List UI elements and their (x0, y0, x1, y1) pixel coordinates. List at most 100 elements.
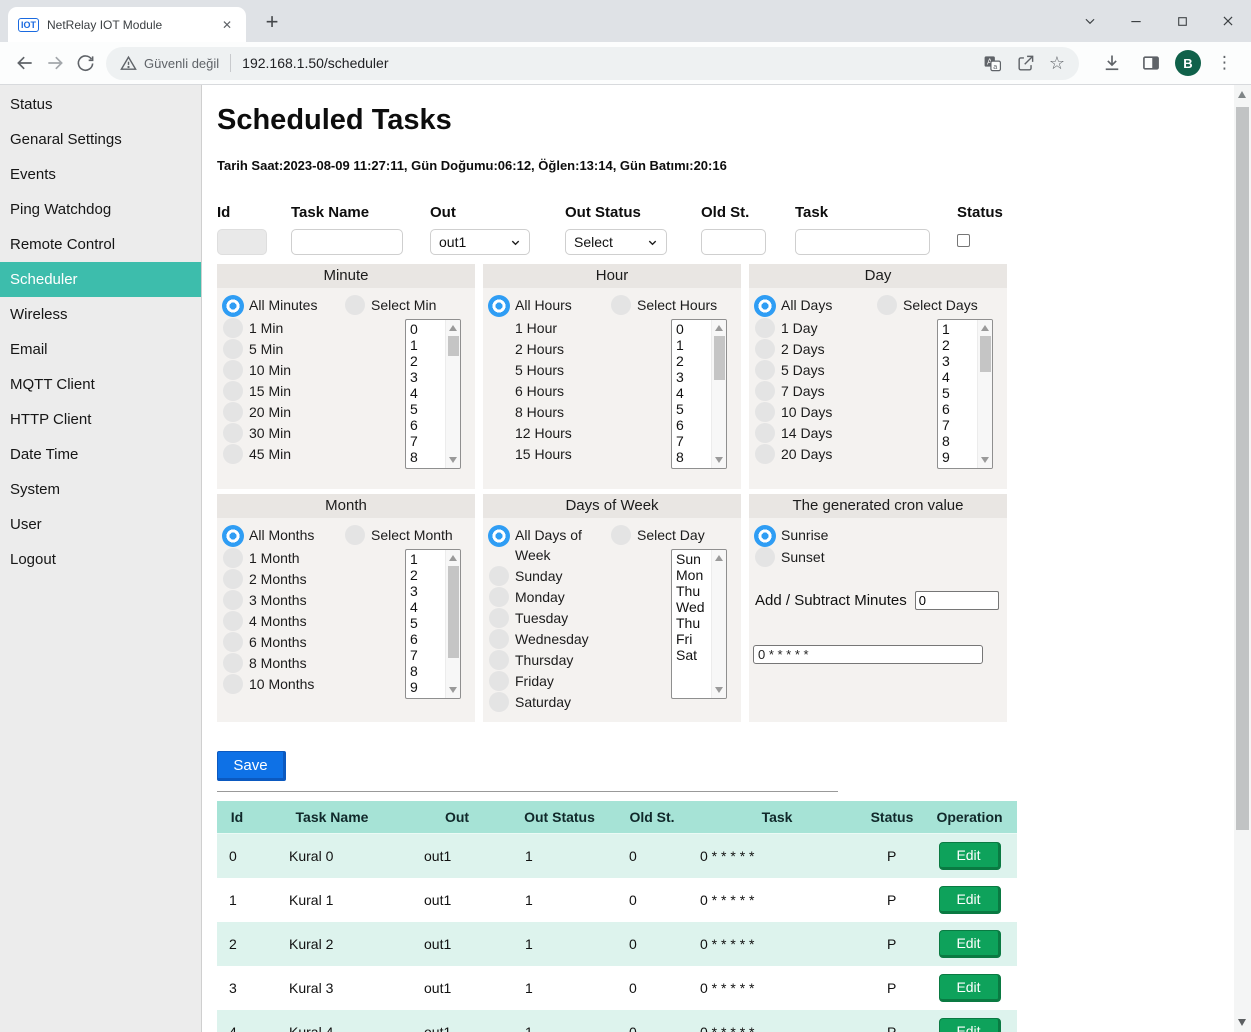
radio-20-min[interactable]: 20 Min (223, 402, 351, 422)
radio-1-hour[interactable]: 1 Hour (489, 318, 617, 338)
sidebar-item-user[interactable]: User (0, 507, 201, 542)
listbox-scrollbar[interactable] (711, 550, 726, 698)
side-panel-icon[interactable] (1136, 48, 1166, 78)
radio-30-min[interactable]: 30 Min (223, 423, 351, 443)
radio-14-days[interactable]: 14 Days (755, 423, 883, 443)
day-listbox[interactable]: 12345678910 (937, 319, 993, 469)
scroll-down-icon[interactable] (449, 687, 457, 693)
sidebar-item-date-time[interactable]: Date Time (0, 437, 201, 472)
sidebar-item-ping-watchdog[interactable]: Ping Watchdog (0, 192, 201, 227)
radio-2-months[interactable]: 2 Months (223, 569, 351, 589)
sidebar-item-events[interactable]: Events (0, 157, 201, 192)
radio-select-hours[interactable]: Select Hours (611, 295, 717, 315)
radio-wednesday[interactable]: Wednesday (489, 629, 617, 649)
reload-button[interactable] (70, 48, 100, 78)
radio-select-month[interactable]: Select Month (345, 525, 453, 545)
browser-tab[interactable]: IOT NetRelay IOT Module ✕ (8, 7, 246, 42)
sidebar-item-wireless[interactable]: Wireless (0, 297, 201, 332)
listbox-scrollbar[interactable] (711, 320, 726, 468)
listbox-scrollbar[interactable] (977, 320, 992, 468)
radio-7-days[interactable]: 7 Days (755, 381, 883, 401)
scroll-thumb[interactable] (448, 566, 459, 658)
radio-6-hours[interactable]: 6 Hours (489, 381, 617, 401)
out-select[interactable]: out1 (430, 229, 530, 255)
radio-monday[interactable]: Monday (489, 587, 617, 607)
forward-button[interactable] (40, 48, 70, 78)
scroll-down-icon[interactable] (715, 457, 723, 463)
radio-10-min[interactable]: 10 Min (223, 360, 351, 380)
scroll-thumb[interactable] (980, 336, 991, 372)
scroll-up-icon[interactable] (715, 325, 723, 331)
sidebar-item-status[interactable]: Status (0, 87, 201, 122)
edit-task-button[interactable]: Edit (939, 930, 1001, 958)
scroll-down-icon[interactable] (715, 687, 723, 693)
radio-5-days[interactable]: 5 Days (755, 360, 883, 380)
radio-thursday[interactable]: Thursday (489, 650, 617, 670)
radio-all-hours[interactable]: All Hours (489, 295, 617, 317)
radio-6-months[interactable]: 6 Months (223, 632, 351, 652)
maximize-button[interactable] (1159, 0, 1205, 42)
radio-15-min[interactable]: 15 Min (223, 381, 351, 401)
radio-8-hours[interactable]: 8 Hours (489, 402, 617, 422)
security-label[interactable]: Güvenli değil (144, 56, 219, 71)
download-icon[interactable] (1097, 48, 1127, 78)
task-field[interactable] (795, 229, 930, 255)
radio-2-days[interactable]: 2 Days (755, 339, 883, 359)
status-checkbox[interactable] (957, 234, 970, 247)
radio-10-months[interactable]: 10 Months (223, 674, 351, 694)
hour-listbox[interactable]: 0123456789 (671, 319, 727, 469)
edit-task-button[interactable]: Edit (939, 974, 1001, 1002)
profile-avatar[interactable]: B (1175, 50, 1201, 76)
new-tab-button[interactable]: + (258, 9, 286, 35)
sidebar-item-email[interactable]: Email (0, 332, 201, 367)
month-listbox[interactable]: 12345678910 (405, 549, 461, 699)
radio-5-min[interactable]: 5 Min (223, 339, 351, 359)
radio-all-minutes[interactable]: All Minutes (223, 295, 351, 317)
scroll-thumb[interactable] (1236, 107, 1249, 830)
radio-select-days[interactable]: Select Days (877, 295, 978, 315)
back-button[interactable] (10, 48, 40, 78)
radio-12-hours[interactable]: 12 Hours (489, 423, 617, 443)
radio-2-hours[interactable]: 2 Hours (489, 339, 617, 359)
radio-1-min[interactable]: 1 Min (223, 318, 351, 338)
old-st-field[interactable] (701, 229, 766, 255)
save-button[interactable]: Save (217, 751, 286, 781)
scroll-down-icon[interactable] (449, 457, 457, 463)
url-text[interactable]: 192.168.1.50/scheduler (242, 55, 983, 71)
edit-task-button[interactable]: Edit (939, 1018, 1001, 1032)
radio-sunrise[interactable]: Sunrise (755, 525, 828, 547)
radio-3-months[interactable]: 3 Months (223, 590, 351, 610)
radio-4-months[interactable]: 4 Months (223, 611, 351, 631)
listbox-scrollbar[interactable] (445, 320, 460, 468)
sidebar-item-logout[interactable]: Logout (0, 542, 201, 577)
radio-all-days-of-week[interactable]: All Days of Week (489, 525, 617, 565)
sidebar-item-system[interactable]: System (0, 472, 201, 507)
minimize-button[interactable] (1113, 0, 1159, 42)
radio-saturday[interactable]: Saturday (489, 692, 617, 712)
sidebar-item-mqtt-client[interactable]: MQTT Client (0, 367, 201, 402)
radio-1-month[interactable]: 1 Month (223, 548, 351, 568)
scroll-up-icon[interactable] (715, 555, 723, 561)
sidebar-item-remote-control[interactable]: Remote Control (0, 227, 201, 262)
radio-tuesday[interactable]: Tuesday (489, 608, 617, 628)
scroll-down-icon[interactable] (1238, 1019, 1246, 1026)
radio-5-hours[interactable]: 5 Hours (489, 360, 617, 380)
radio-45-min[interactable]: 45 Min (223, 444, 351, 464)
close-window-button[interactable] (1205, 0, 1251, 42)
sidebar-item-scheduler[interactable]: Scheduler (0, 262, 201, 297)
radio-10-days[interactable]: 10 Days (755, 402, 883, 422)
radio-select-min[interactable]: Select Min (345, 295, 436, 315)
bookmark-star-icon[interactable]: ☆ (1049, 54, 1065, 72)
minute-listbox[interactable]: 0123456789 (405, 319, 461, 469)
radio-8-months[interactable]: 8 Months (223, 653, 351, 673)
radio-20-days[interactable]: 20 Days (755, 444, 883, 464)
scroll-up-icon[interactable] (449, 555, 457, 561)
sidebar-item-genaral-settings[interactable]: Genaral Settings (0, 122, 201, 157)
scroll-thumb[interactable] (448, 336, 459, 356)
add-subtract-minutes-input[interactable] (915, 591, 999, 610)
edit-task-button[interactable]: Edit (939, 886, 1001, 914)
radio-15-hours[interactable]: 15 Hours (489, 444, 617, 464)
scroll-up-icon[interactable] (1238, 91, 1246, 98)
listbox-scrollbar[interactable] (445, 550, 460, 698)
tab-close-icon[interactable]: ✕ (218, 16, 236, 34)
